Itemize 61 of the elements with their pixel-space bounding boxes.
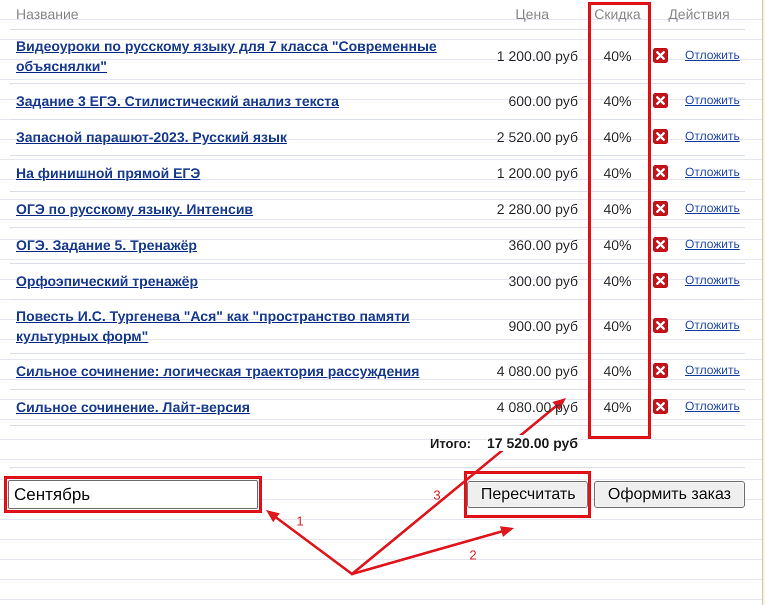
price-text: 4 080.00 руб: [496, 363, 578, 379]
delete-icon[interactable]: [653, 236, 668, 252]
delete-icon[interactable]: [653, 164, 668, 180]
delete-icon[interactable]: [653, 128, 668, 144]
postpone-link[interactable]: Отложить: [685, 162, 740, 182]
product-link[interactable]: ОГЭ. Задание 5. Тренажёр: [16, 235, 197, 255]
discount-text: 40%: [603, 48, 632, 64]
product-link[interactable]: Повесть И.С. Тургенева "Ася" как "пространство памяти культурных форм": [16, 306, 449, 346]
discount-text: 40%: [603, 129, 632, 145]
total-value: 17 520.00 руб: [487, 435, 578, 451]
discount-text: 40%: [603, 93, 632, 109]
price-text: 1 200.00 руб: [496, 48, 578, 64]
product-link[interactable]: Запасной парашют-2023. Русский язык: [16, 127, 287, 147]
discount-text: 40%: [603, 363, 632, 379]
product-link[interactable]: Сильное сочинение. Лайт-версия: [16, 397, 250, 417]
total-label: Итого:: [430, 436, 472, 451]
delete-icon[interactable]: [653, 272, 668, 288]
price-text: 2 520.00 руб: [496, 129, 578, 145]
product-link[interactable]: Видеоуроки по русскому языку для 7 класса "Современные объяснялки": [16, 36, 449, 76]
delete-icon[interactable]: [653, 398, 668, 414]
discount-text: 40%: [603, 201, 632, 217]
postpone-link[interactable]: Отложить: [685, 270, 740, 290]
product-link[interactable]: На финишной прямой ЕГЭ: [16, 163, 200, 183]
delete-icon[interactable]: [653, 362, 668, 378]
price-text: 360.00 руб: [508, 237, 578, 253]
discount-text: 40%: [603, 165, 632, 181]
price-text: 1 200.00 руб: [496, 165, 578, 181]
postpone-link[interactable]: Отложить: [685, 234, 740, 254]
promo-code-field[interactable]: Сентябрь: [8, 480, 258, 509]
annotation-number: 2: [469, 548, 477, 562]
postpone-link[interactable]: Отложить: [685, 126, 740, 146]
column-header: Скидка: [594, 6, 641, 22]
price-text: 300.00 руб: [508, 273, 578, 289]
postpone-link[interactable]: Отложить: [685, 45, 740, 65]
discount-text: 40%: [603, 399, 632, 415]
product-link[interactable]: Задание 3 ЕГЭ. Стилистический анализ текста: [16, 91, 339, 111]
discount-text: 40%: [603, 273, 632, 289]
delete-icon[interactable]: [653, 318, 668, 332]
price-text: 600.00 руб: [508, 93, 578, 109]
annotation-number: 3: [433, 488, 441, 502]
product-link[interactable]: ОГЭ по русскому языку. Интенсив: [16, 199, 254, 219]
postpone-link[interactable]: Отложить: [685, 198, 740, 218]
postpone-link[interactable]: Отложить: [685, 315, 740, 335]
column-header: Действия: [668, 6, 730, 22]
price-text: 900.00 руб: [508, 318, 578, 334]
product-link[interactable]: Орфоэпический тренажёр: [16, 271, 198, 291]
annotation-number: 1: [296, 514, 304, 528]
column-header: Название: [16, 6, 79, 22]
discount-text: 40%: [603, 318, 632, 334]
recalculate-button[interactable]: Пересчитать: [466, 481, 588, 508]
discount-text: 40%: [603, 237, 632, 253]
price-text: 2 280.00 руб: [496, 201, 578, 217]
product-link[interactable]: Сильное сочинение: логическая траектория рассуждения: [16, 361, 420, 381]
postpone-link[interactable]: Отложить: [685, 90, 740, 110]
checkout-button[interactable]: Оформить заказ: [594, 481, 745, 508]
delete-icon[interactable]: [653, 48, 668, 62]
column-header: Цена: [515, 6, 549, 22]
delete-icon[interactable]: [653, 200, 668, 216]
postpone-link[interactable]: Отложить: [685, 360, 740, 380]
delete-icon[interactable]: [653, 92, 668, 108]
postpone-link[interactable]: Отложить: [685, 396, 740, 416]
